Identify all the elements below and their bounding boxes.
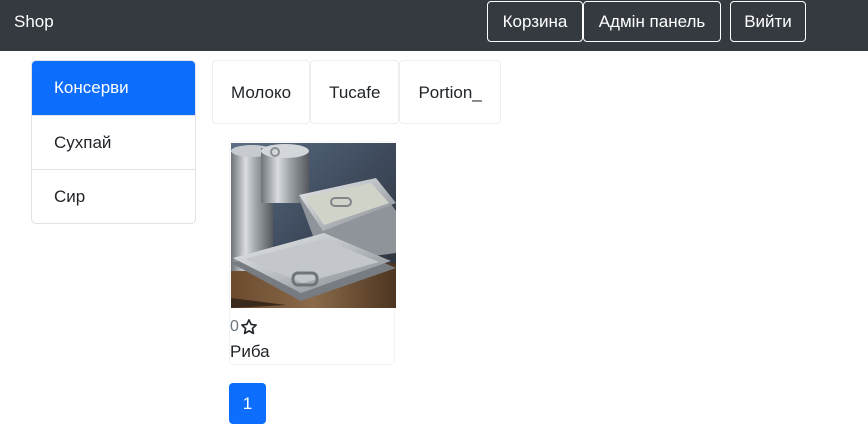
type-item-syr[interactable]: Сир — [32, 169, 195, 223]
type-item-sukhpai[interactable]: Сухпай — [32, 115, 195, 169]
brand-card-moloko[interactable]: Молоко — [212, 60, 311, 124]
brand-bar: Молоко Tucafe Portion_ — [212, 60, 501, 124]
type-list: Консерви Сухпай Сир — [31, 60, 196, 224]
page-item-1[interactable]: 1 — [229, 383, 266, 424]
logout-button[interactable]: Вийти — [730, 1, 806, 42]
rating-row: 0 — [230, 316, 258, 338]
pagination: 1 — [229, 383, 266, 424]
brand-link[interactable]: Shop — [14, 12, 54, 32]
admin-panel-button[interactable]: Адмін панель — [583, 1, 721, 42]
cart-button[interactable]: Корзина — [487, 1, 583, 42]
product-image[interactable] — [231, 143, 396, 308]
brand-card-tucafe[interactable]: Tucafe — [310, 60, 400, 124]
brand-card-portion[interactable]: Portion_ — [399, 60, 501, 124]
type-item-konservy[interactable]: Консерви — [32, 61, 195, 115]
star-icon — [240, 319, 257, 335]
product-card[interactable]: 0 Риба — [229, 141, 396, 365]
top-navbar: Shop Корзина Адмін панель Вийти — [0, 0, 868, 51]
rating-value: 0 — [230, 318, 239, 335]
product-name: Риба — [230, 342, 270, 361]
